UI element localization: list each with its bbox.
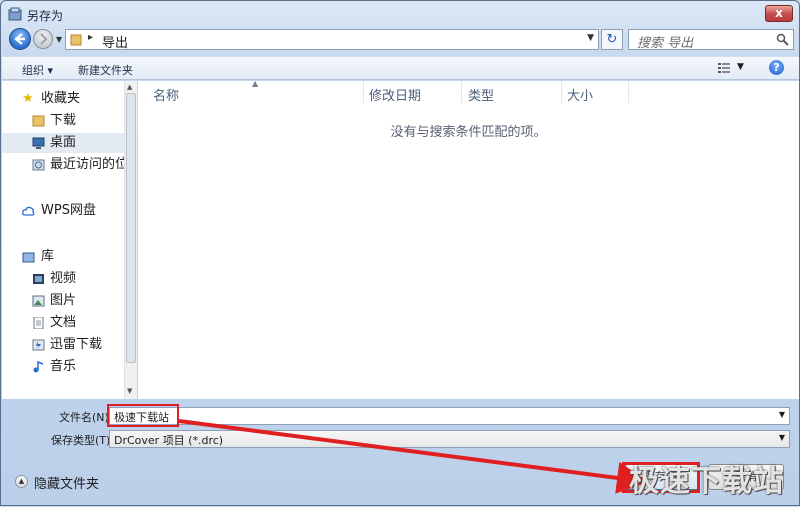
title-bar: 另存为 x: [1, 1, 799, 27]
back-button[interactable]: [9, 28, 31, 50]
address-bar[interactable]: ▸ 导出 ▼: [65, 29, 599, 51]
nav-item-label: 库: [41, 249, 55, 264]
column-divider[interactable]: [561, 81, 562, 103]
desktop-icon: [32, 137, 45, 149]
new-folder-button[interactable]: 新建文件夹: [78, 62, 133, 78]
view-dropdown-icon[interactable]: ▼: [737, 62, 744, 72]
filename-label: 文件名(N):: [59, 411, 113, 424]
empty-results-message: 没有与搜索条件匹配的项。: [390, 125, 547, 140]
nav-item-label: 视频: [50, 271, 77, 286]
scrollbar-thumb[interactable]: [126, 93, 136, 363]
forward-button[interactable]: [33, 29, 53, 49]
back-arrow-icon: [14, 33, 25, 45]
close-button[interactable]: x: [765, 5, 793, 22]
cloud-icon: [22, 206, 35, 216]
annotation-highlight-filename: [107, 404, 179, 427]
nav-libraries[interactable]: 库: [2, 247, 124, 267]
nav-item-label: 迅雷下载: [50, 337, 103, 352]
folder-download-icon: [32, 115, 45, 127]
filetype-value: DrCover 项目 (*.drc): [114, 434, 224, 447]
nav-downloads[interactable]: 下载: [2, 111, 124, 131]
recent-locations-dropdown-icon[interactable]: ▼: [56, 35, 62, 44]
save-as-dialog: 另存为 x ▼ ▸ 导出 ▼ ↻ 搜索 导出 组织 ▾ 新建文件夹 ▼ ? ★ …: [0, 0, 800, 506]
address-dropdown-icon[interactable]: ▼: [587, 33, 594, 43]
nav-thunder-downloads[interactable]: 迅雷下载: [2, 335, 124, 355]
search-placeholder: 搜索 导出: [637, 36, 694, 51]
window-title: 另存为: [27, 9, 64, 23]
filetype-select[interactable]: DrCover 项目 (*.drc) ▼: [109, 430, 790, 448]
breadcrumb-current-folder[interactable]: 导出: [102, 32, 128, 51]
video-icon: [33, 274, 44, 284]
column-header-type[interactable]: 类型: [468, 85, 494, 104]
hide-folders-label: 隐藏文件夹: [34, 477, 100, 492]
folder-icon: [70, 34, 82, 46]
watermark-text: 极速下载站: [629, 464, 784, 499]
search-icon: [776, 33, 789, 46]
filename-input[interactable]: 极速下载站 ▼: [109, 407, 790, 425]
nav-item-label: 桌面: [50, 135, 77, 150]
breadcrumb-separator[interactable]: ▸: [88, 32, 93, 43]
nav-item-label: WPS网盘: [41, 203, 96, 218]
file-list-pane: ▲ 名称 修改日期 类型 大小 没有与搜索条件匹配的项。: [138, 79, 799, 399]
sort-ascending-icon: ▲: [252, 79, 259, 88]
navigation-pane: ★ 收藏夹 下载 桌面 最近访问的位 WPS网盘 库 视频 图片 文档 迅雷下载…: [2, 81, 124, 399]
nav-desktop[interactable]: 桌面: [2, 133, 124, 153]
nav-item-label: 下载: [50, 113, 77, 128]
collapse-icon: ▲: [15, 475, 28, 488]
column-divider[interactable]: [363, 81, 364, 103]
refresh-button[interactable]: ↻: [601, 29, 623, 50]
forward-arrow-icon: [40, 33, 48, 45]
scroll-down-icon[interactable]: ▼: [127, 387, 132, 395]
organize-button[interactable]: 组织 ▾: [22, 62, 53, 78]
star-icon: ★: [22, 91, 34, 106]
scroll-up-icon[interactable]: ▲: [127, 83, 132, 91]
column-header-date[interactable]: 修改日期: [369, 85, 421, 104]
nav-videos[interactable]: 视频: [2, 269, 124, 289]
nav-item-label: 收藏夹: [41, 91, 81, 106]
filename-dropdown-icon[interactable]: ▼: [779, 410, 785, 419]
column-divider[interactable]: [628, 81, 629, 103]
column-header-size[interactable]: 大小: [567, 85, 593, 104]
nav-item-label: 音乐: [50, 359, 77, 374]
refresh-icon: ↻: [606, 32, 618, 47]
nav-music[interactable]: 音乐: [2, 357, 124, 377]
column-divider[interactable]: [461, 81, 462, 103]
nav-pictures[interactable]: 图片: [2, 291, 124, 311]
library-icon: [22, 252, 35, 263]
column-header-name[interactable]: 名称: [153, 85, 179, 104]
filetype-dropdown-icon[interactable]: ▼: [779, 433, 785, 442]
view-options-icon[interactable]: [718, 63, 730, 73]
filetype-label: 保存类型(T):: [51, 434, 115, 447]
nav-wps-cloud[interactable]: WPS网盘: [2, 201, 124, 221]
search-input[interactable]: 搜索 导出: [628, 29, 794, 51]
nav-item-label: 最近访问的位: [50, 157, 124, 172]
recent-places-icon: [32, 159, 45, 171]
command-toolbar: 组织 ▾ 新建文件夹 ▼ ?: [2, 56, 799, 80]
navigation-scrollbar[interactable]: ▲ ▼: [124, 81, 137, 399]
nav-documents[interactable]: 文档: [2, 313, 124, 333]
nav-item-label: 图片: [50, 293, 77, 308]
music-icon: [33, 361, 44, 373]
help-icon[interactable]: ?: [769, 60, 784, 75]
picture-icon: [32, 295, 45, 307]
nav-favorites[interactable]: ★ 收藏夹: [2, 89, 124, 109]
app-icon: [8, 7, 22, 21]
nav-item-label: 文档: [50, 315, 77, 330]
thunder-download-icon: [32, 339, 45, 351]
nav-recent-places[interactable]: 最近访问的位: [2, 155, 124, 175]
document-icon: [33, 317, 44, 329]
